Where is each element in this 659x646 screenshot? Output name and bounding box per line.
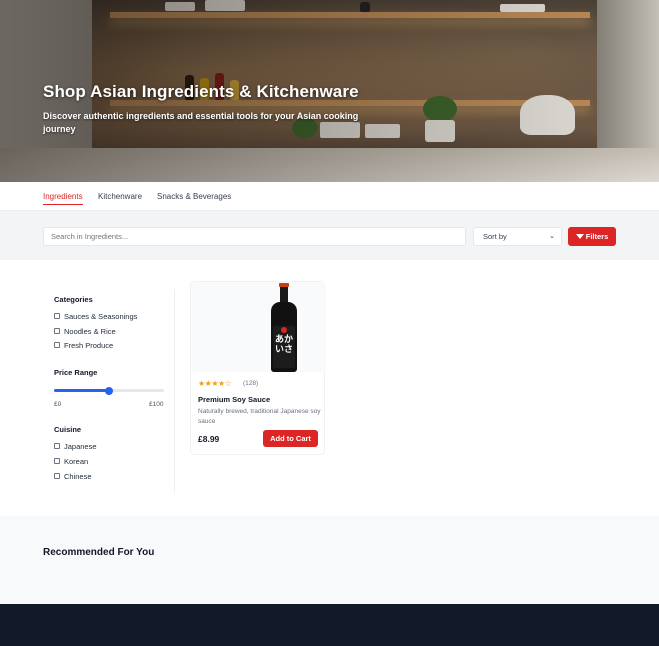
price-max-label: £100 <box>149 401 164 408</box>
cuisine-heading: Cuisine <box>54 425 82 434</box>
search-input[interactable] <box>43 227 466 246</box>
cuisine-option[interactable]: Japanese <box>54 442 97 452</box>
price-range-slider[interactable] <box>54 386 164 395</box>
categories-heading: Categories <box>54 295 93 304</box>
product-description: Naturally brewed, traditional Japanese s… <box>198 408 321 425</box>
checkbox[interactable] <box>54 342 60 349</box>
hero-title: Shop Asian Ingredients & Kitchenware <box>43 82 359 101</box>
checkbox[interactable] <box>54 473 60 480</box>
tab-kitchenware[interactable]: Kitchenware <box>98 192 142 204</box>
rating-stars-icon: ★★★★☆ <box>198 379 232 388</box>
tab-snacks-beverages[interactable]: Snacks & Beverages <box>157 192 231 204</box>
hero-subtitle: Discover authentic ingredients and essen… <box>43 111 359 134</box>
product-price: £8.99 <box>198 434 220 444</box>
bottle-cap <box>279 283 289 287</box>
price-range-heading: Price Range <box>54 368 98 377</box>
price-range-thumb[interactable] <box>105 386 113 395</box>
sort-select[interactable]: Sort by ⌄ <box>473 227 562 246</box>
footer <box>0 604 659 646</box>
bottle-logo-dot <box>281 327 287 333</box>
filters-button[interactable]: Filters <box>568 227 616 246</box>
category-tabs: Ingredients Kitchenware Snacks & Beverag… <box>0 182 659 211</box>
product-card[interactable]: あかいさ ★★★★☆ (128) Premium Soy Sauce Natur… <box>190 281 326 455</box>
sort-label: Sort by <box>483 232 507 241</box>
product-image[interactable]: あかいさ <box>191 282 326 372</box>
filter-icon <box>575 233 584 239</box>
category-option[interactable]: Noodles & Rice <box>54 327 116 337</box>
cuisine-option[interactable]: Chinese <box>54 472 92 482</box>
product-name[interactable]: Premium Soy Sauce <box>198 395 270 404</box>
search-toolbar: Sort by ⌄ Filters <box>0 211 659 260</box>
checkbox[interactable] <box>54 313 60 320</box>
price-min-label: £0 <box>54 401 62 408</box>
chevron-down-icon: ⌄ <box>549 233 555 240</box>
filter-sidebar: Categories Sauces & Seasonings Noodles &… <box>44 289 175 493</box>
cuisine-option[interactable]: Korean <box>54 457 88 467</box>
add-to-cart-button[interactable]: Add to Cart <box>263 430 318 447</box>
bottle-label: あかいさ <box>273 326 295 368</box>
category-option[interactable]: Fresh Produce <box>54 341 113 351</box>
recommended-title: Recommended For You <box>43 547 155 558</box>
checkbox[interactable] <box>54 443 60 450</box>
tab-ingredients[interactable]: Ingredients <box>43 192 83 205</box>
filters-label: Filters <box>585 232 609 241</box>
review-count: (128) <box>243 380 259 387</box>
hero-banner: Shop Asian Ingredients & Kitchenware Dis… <box>0 0 659 182</box>
recommended-section: Recommended For You <box>0 516 659 604</box>
checkbox[interactable] <box>54 458 60 465</box>
checkbox[interactable] <box>54 328 60 335</box>
price-range-fill <box>54 389 109 392</box>
category-option[interactable]: Sauces & Seasonings <box>54 312 137 322</box>
